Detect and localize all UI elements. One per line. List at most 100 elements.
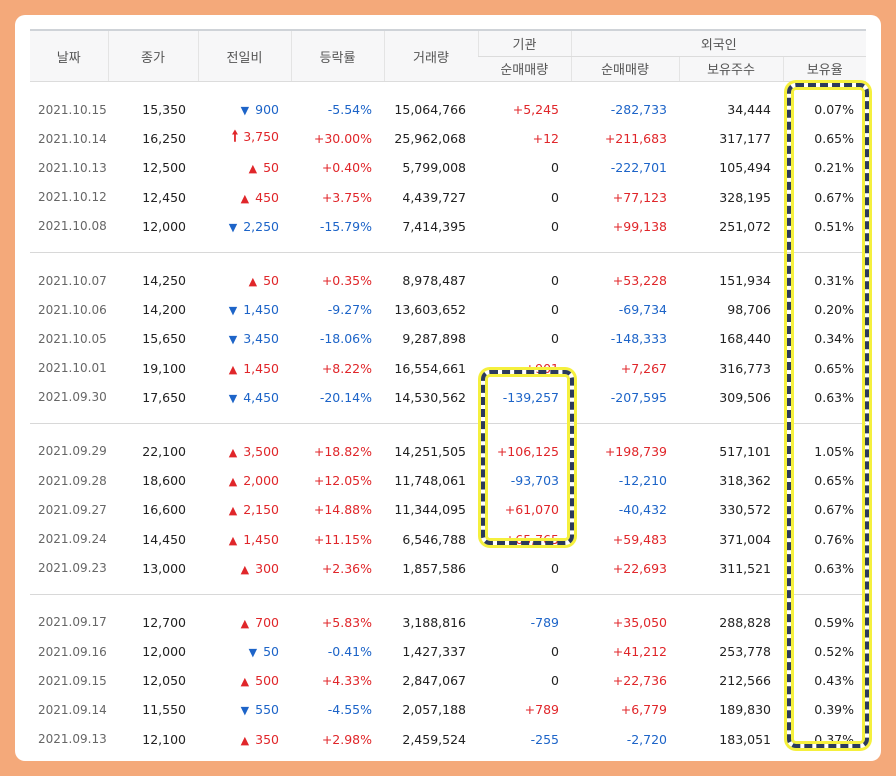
cell-volume: 11,344,095 (394, 502, 466, 518)
cell-foreign-ratio: 0.20% (814, 302, 855, 318)
cell-foreign-net: +6,779 (620, 702, 667, 718)
cell-foreign-net: +99,138 (612, 218, 667, 234)
header-foreign: 외국인 (570, 30, 867, 57)
cell-institution-net: +65,765 (504, 531, 559, 547)
cell-foreign-net: +53,228 (612, 273, 667, 289)
cell-foreign-shares: 328,195 (719, 189, 771, 205)
cell-volume: 4,439,727 (402, 189, 466, 205)
down-triangle-icon: ▼ (240, 704, 250, 718)
cell-change: ▲ 350 (198, 725, 291, 754)
up-triangle-icon: ▲ (240, 191, 250, 205)
cell-date: 2021.09.23 (38, 561, 107, 576)
cell-rate: +12.05% (313, 473, 372, 489)
cell-foreign-shares: 330,572 (719, 502, 771, 518)
cell-close: 15,650 (142, 331, 186, 347)
header-foreign-ratio: 보유율 (782, 56, 867, 82)
cell-date: 2021.09.29 (38, 444, 107, 459)
cell-foreign-shares: 98,706 (727, 302, 771, 318)
cell-foreign-ratio: 0.07% (814, 102, 855, 118)
cell-date: 2021.09.16 (38, 644, 107, 659)
cell-change: ▲ 2,150 (198, 495, 291, 524)
cell-rate: -0.41% (327, 644, 372, 660)
cell-close: 14,200 (142, 302, 186, 318)
change-value: 500 (255, 673, 279, 689)
cell-foreign-net: -69,734 (618, 302, 667, 318)
up-triangle-icon: ▲ (240, 675, 250, 689)
cell-foreign-shares: 317,177 (719, 131, 771, 147)
change-value: 3,750 (243, 129, 279, 145)
table-row: 2021.10.14 16,250 🠕 3,750 +30.00% 25,962,068 +… (30, 124, 866, 153)
cell-change: ▼ 3,450 (198, 324, 291, 353)
cell-close: 11,550 (142, 702, 186, 718)
cell-date: 2021.10.14 (38, 131, 107, 146)
cell-volume: 11,748,061 (394, 473, 466, 489)
change-value: 350 (255, 731, 279, 747)
cell-change: ▲ 1,450 (198, 354, 291, 383)
cell-volume: 1,857,586 (402, 560, 466, 576)
cell-foreign-shares: 288,828 (719, 614, 771, 630)
table-row: 2021.09.27 16,600 ▲ 2,150 +14.88% 11,344,095 +… (30, 495, 866, 524)
cell-foreign-shares: 318,362 (719, 473, 771, 489)
table-body: 2021.10.15 15,350 ▼ 900 -5.54% 15,064,766 +5,2… (30, 82, 867, 754)
change-value: 2,000 (243, 473, 279, 489)
cell-close: 18,600 (142, 473, 186, 489)
cell-foreign-ratio: 0.65% (814, 131, 855, 147)
table-row: 2021.10.08 12,000 ▼ 2,250 -15.79% 7,414,395 0 +… (30, 212, 866, 241)
up-triangle-icon: ▲ (240, 562, 250, 576)
cell-foreign-shares: 151,934 (719, 273, 771, 289)
cell-volume: 13,603,652 (394, 302, 466, 318)
cell-foreign-ratio: 0.67% (814, 189, 855, 205)
table-row: 2021.09.15 12,050 ▲ 500 +4.33% 2,847,067 0 +22,… (30, 666, 866, 695)
cell-close: 19,100 (142, 360, 186, 376)
cell-volume: 9,287,898 (402, 331, 466, 347)
cell-institution-net: +789 (524, 702, 559, 718)
cell-rate: +2.36% (321, 560, 372, 576)
cell-rate: +4.33% (321, 673, 372, 689)
cell-foreign-ratio: 0.65% (814, 360, 855, 376)
table-row: 2021.09.24 14,450 ▲ 1,450 +11.15% 6,546,788 +6… (30, 524, 866, 553)
cell-foreign-net: +77,123 (612, 189, 667, 205)
cell-close: 12,100 (142, 731, 186, 747)
header-foreign-net: 순매매량 (570, 56, 679, 82)
cell-volume: 1,427,337 (402, 644, 466, 660)
cell-volume: 3,188,816 (402, 614, 466, 630)
cell-date: 2021.10.05 (38, 331, 107, 346)
table-row: 2021.09.17 12,700 ▲ 700 +5.83% 3,188,816 -789 +… (30, 608, 866, 637)
cell-close: 14,250 (142, 273, 186, 289)
cell-foreign-ratio: 0.31% (814, 273, 855, 289)
change-value: 1,450 (243, 302, 279, 318)
cell-foreign-net: +22,693 (612, 560, 667, 576)
cell-foreign-ratio: 0.63% (814, 389, 855, 405)
cell-foreign-shares: 316,773 (719, 360, 771, 376)
cell-change: ▲ 3,500 (198, 437, 291, 466)
cell-institution-net: 0 (551, 560, 559, 576)
cell-foreign-net: +22,736 (612, 673, 667, 689)
cell-change: ▼ 2,250 (198, 212, 291, 241)
cell-foreign-shares: 183,051 (719, 731, 771, 747)
up-triangle-icon: ▲ (228, 362, 238, 376)
cell-date: 2021.09.27 (38, 502, 107, 517)
cell-date: 2021.09.14 (38, 702, 107, 717)
change-value: 1,450 (243, 360, 279, 376)
cell-rate: -15.79% (319, 218, 372, 234)
cell-close: 12,000 (142, 644, 186, 660)
cell-change: ▼ 900 (198, 95, 291, 124)
cell-volume: 14,251,505 (394, 443, 466, 459)
down-triangle-icon: ▼ (248, 646, 258, 660)
cell-close: 15,350 (142, 102, 186, 118)
cell-foreign-net: +41,212 (612, 644, 667, 660)
cell-rate: +0.40% (321, 160, 372, 176)
cell-institution-net: 0 (551, 673, 559, 689)
cell-foreign-ratio: 0.39% (814, 702, 855, 718)
cell-close: 12,050 (142, 673, 186, 689)
cell-change: ▼ 4,450 (198, 383, 291, 412)
cell-institution-net: 0 (551, 302, 559, 318)
cell-institution-net: 0 (551, 644, 559, 660)
cell-date: 2021.10.01 (38, 361, 107, 376)
cell-foreign-ratio: 1.05% (814, 443, 855, 459)
table-row: 2021.10.15 15,350 ▼ 900 -5.54% 15,064,766 +5,2… (30, 95, 866, 124)
down-triangle-icon: ▼ (228, 304, 238, 318)
cell-foreign-net: +7,267 (620, 360, 667, 376)
cell-foreign-shares: 168,440 (719, 331, 771, 347)
stock-trading-table-card: 날짜 종가 전일비 등락률 거래량 기관 외국인 순매매량 순매매량 보유주수 … (15, 15, 881, 761)
